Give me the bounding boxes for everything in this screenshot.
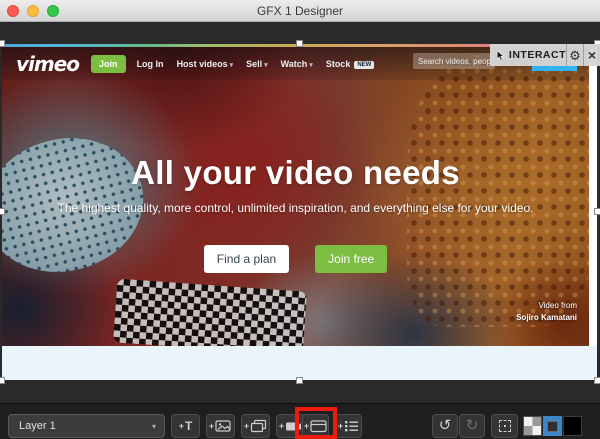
selection-handle-top-left[interactable] [0, 40, 5, 47]
design-canvas[interactable]: vimeo Join Log In Host videos ▾ Sell ▾ Wat… [0, 40, 600, 384]
layer-selector-value: Layer 1 [19, 420, 56, 432]
selection-handle-mid-left[interactable] [0, 208, 5, 215]
add-slideshow-button[interactable]: + [241, 414, 270, 438]
fit-canvas-button[interactable] [491, 414, 518, 438]
slideshow-icon [251, 419, 267, 433]
browser-frame-icon [310, 420, 327, 433]
find-a-plan-button[interactable]: Find a plan [203, 245, 290, 273]
page-footer-strip [2, 346, 597, 380]
video-camera-icon [286, 422, 302, 431]
add-text-button[interactable]: + T [171, 414, 200, 438]
credit-name: Sojiro Kamatani [516, 313, 577, 322]
hero-title: All your video needs [131, 154, 460, 191]
nav-host-videos-link[interactable]: Host videos ▾ [177, 59, 234, 69]
plus-icon: + [178, 421, 184, 431]
gear-icon: ⚙ [569, 47, 581, 63]
selection-handle-bottom-center[interactable] [295, 377, 303, 384]
nav-stock-link[interactable]: Stock NEW [326, 59, 375, 69]
nav-watch-label: Watch [280, 58, 308, 69]
nav-stock-label: Stock [325, 58, 351, 69]
nav-watch-link[interactable]: Watch ▾ [281, 59, 313, 69]
selection-handle-bottom-left[interactable] [0, 377, 5, 384]
titlebar: GFX 1 Designer [0, 0, 600, 22]
plus-icon: + [243, 421, 250, 431]
search-input[interactable] [413, 53, 495, 69]
interact-active-indicator [532, 66, 577, 71]
nav-login-link[interactable]: Log In [137, 59, 164, 69]
nav-sell-label: Sell [246, 58, 263, 69]
redo-button[interactable]: ↻ [459, 414, 485, 438]
dark-swatch [547, 420, 558, 432]
add-image-button[interactable]: + [206, 414, 235, 438]
list-icon [345, 421, 359, 432]
hero-subtitle: The highest quality, more control, unlim… [57, 201, 534, 215]
chevron-down-icon: ▾ [229, 61, 234, 69]
plus-icon: + [278, 421, 285, 431]
layer-selector-dropdown[interactable]: Layer 1 ▾ [8, 414, 165, 438]
close-overlay-button[interactable]: × [583, 44, 600, 66]
app-window: GFX 1 Designer vimeo Join Log In Host vi… [0, 0, 600, 439]
window-title: GFX 1 Designer [256, 4, 344, 18]
image-icon [215, 420, 231, 432]
interact-panel: INTERACT ⚙ × [490, 44, 600, 71]
vimeo-logo[interactable]: vimeo [16, 52, 80, 76]
add-video-button[interactable]: + [276, 414, 305, 438]
selection-handle-bottom-right[interactable] [594, 377, 600, 384]
nav-sell-link[interactable]: Sell ▾ [246, 59, 268, 69]
background-black-button[interactable] [563, 416, 582, 436]
background-dark-button-selected[interactable] [543, 416, 562, 436]
page-content: vimeo Join Log In Host videos ▾ Sell ▾ Wat… [2, 44, 597, 380]
text-icon: T [184, 419, 193, 433]
plus-icon: + [208, 421, 215, 431]
background-transparent-button[interactable] [523, 416, 542, 436]
undo-button[interactable]: ↺ [432, 414, 458, 438]
photo-tint-overlay [2, 47, 589, 346]
join-free-button[interactable]: Join free [315, 245, 388, 273]
workspace: vimeo Join Log In Host videos ▾ Sell ▾ Wat… [0, 22, 600, 403]
plus-icon: + [303, 421, 310, 431]
center-dot [503, 425, 506, 427]
plus-icon: + [337, 421, 344, 431]
bottom-toolbar: Layer 1 ▾ + T + + + + + ↺ ↻ [0, 403, 600, 439]
dashed-frame-icon [498, 420, 511, 432]
hero-buttons: Find a plan Join free [2, 245, 589, 273]
selection-handle-top-center[interactable] [295, 40, 303, 47]
credit-prefix: Video from [538, 301, 577, 310]
hero-photo-collage [2, 47, 589, 346]
add-list-button[interactable]: + [335, 414, 362, 438]
selection-handle-mid-right[interactable] [594, 208, 600, 215]
video-credit: Video from Sojiro Kamatani [516, 300, 577, 324]
settings-button[interactable]: ⚙ [566, 44, 583, 66]
add-frame-button[interactable]: + [302, 414, 329, 438]
undo-icon: ↺ [438, 417, 452, 434]
redo-icon: ↻ [465, 417, 479, 434]
chevron-down-icon: ▾ [151, 421, 156, 431]
close-icon: × [587, 47, 597, 63]
nav-host-videos-label: Host videos [176, 58, 228, 69]
interact-label: INTERACT [508, 49, 566, 61]
cursor-icon [496, 49, 505, 60]
chevron-down-icon: ▾ [309, 61, 313, 69]
new-badge: NEW [354, 60, 375, 69]
nav-join-button[interactable]: Join [91, 54, 126, 73]
interact-mode-button[interactable]: INTERACT [490, 44, 566, 66]
chevron-down-icon: ▾ [264, 61, 268, 69]
